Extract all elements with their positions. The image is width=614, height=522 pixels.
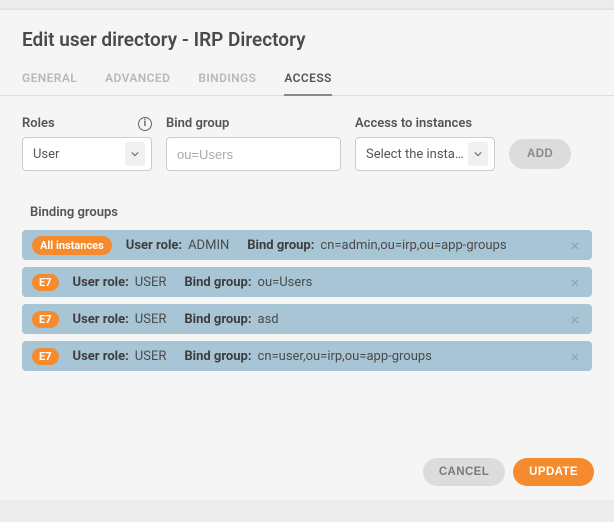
remove-row-icon[interactable]: ×: [566, 310, 584, 328]
instances-label: Access to instances: [355, 116, 495, 131]
tab-bindings[interactable]: BINDINGS: [198, 63, 256, 95]
user-role-label: User role:: [73, 275, 129, 290]
bind-group-value: cn=user,ou=irp,ou=app-groups: [258, 349, 432, 364]
instances-select[interactable]: Select the insta…: [355, 137, 495, 171]
instance-badge: E7: [32, 348, 59, 365]
tab-general[interactable]: GENERAL: [22, 63, 77, 95]
roles-field: Roles i User: [22, 116, 152, 171]
binding-row: E7 User role: USER Bind group: ou=Users ×: [22, 267, 592, 297]
roles-label: Roles: [22, 116, 55, 131]
instance-badge: E7: [32, 274, 59, 291]
binding-row: E7 User role: USER Bind group: asd ×: [22, 304, 592, 334]
user-role-value: USER: [135, 275, 167, 290]
bind-group-pair: Bind group: cn=user,ou=irp,ou=app-groups: [184, 349, 432, 364]
bind-group-value: ou=Users: [258, 275, 313, 290]
binding-row: E7 User role: USER Bind group: cn=user,ou=ir…: [22, 341, 592, 371]
tab-advanced[interactable]: ADVANCED: [105, 63, 170, 95]
modal-footer: CANCEL UPDATE: [423, 458, 594, 486]
bind-group-pair: Bind group: ou=Users: [184, 275, 312, 290]
user-role-pair: User role: USER: [73, 312, 167, 327]
bind-group-field: Bind group: [166, 116, 341, 171]
remove-row-icon[interactable]: ×: [566, 236, 584, 254]
bind-group-label: Bind group:: [184, 349, 251, 364]
instance-badge: All instances: [32, 236, 112, 255]
update-button[interactable]: UPDATE: [513, 458, 594, 486]
tab-access[interactable]: ACCESS: [284, 63, 331, 95]
bind-group-pair: Bind group: asd: [184, 312, 278, 327]
instances-value: Select the insta…: [366, 147, 464, 162]
roles-select[interactable]: User: [22, 137, 152, 171]
modal-title: Edit user directory - IRP Directory: [0, 10, 614, 63]
edit-user-directory-modal: Edit user directory - IRP Directory GENE…: [0, 10, 614, 500]
roles-value: User: [33, 147, 59, 162]
user-role-pair: User role: USER: [73, 349, 167, 364]
binding-row: All instances User role: ADMIN Bind group: c…: [22, 230, 592, 260]
user-role-value: USER: [135, 349, 167, 364]
add-button[interactable]: ADD: [509, 139, 571, 169]
user-role-label: User role:: [73, 349, 129, 364]
bind-group-label: Bind group:: [247, 238, 314, 253]
bind-group-value: cn=admin,ou=irp,ou=app-groups: [320, 238, 506, 253]
bind-group-value: asd: [258, 312, 279, 327]
user-role-label: User role:: [73, 312, 129, 327]
remove-row-icon[interactable]: ×: [566, 273, 584, 291]
user-role-pair: User role: ADMIN: [126, 238, 229, 253]
cancel-button[interactable]: CANCEL: [423, 458, 505, 486]
user-role-label: User role:: [126, 238, 182, 253]
bind-group-input[interactable]: [177, 138, 330, 170]
add-binding-form: Roles i User Bind group Access to instan…: [0, 96, 614, 181]
binding-groups-list: All instances User role: ADMIN Bind group: c…: [0, 230, 614, 371]
instance-badge: E7: [32, 311, 59, 328]
tabs: GENERAL ADVANCED BINDINGS ACCESS: [0, 63, 614, 96]
bind-group-input-wrap: [166, 137, 341, 171]
user-role-value: ADMIN: [188, 238, 229, 253]
bind-group-label: Bind group:: [184, 275, 251, 290]
chevron-down-icon: [125, 142, 145, 166]
binding-groups-title: Binding groups: [0, 181, 614, 230]
instances-field: Access to instances Select the insta…: [355, 116, 495, 171]
info-icon[interactable]: i: [138, 117, 152, 131]
user-role-value: USER: [135, 312, 167, 327]
chevron-down-icon: [468, 142, 488, 166]
bind-group-pair: Bind group: cn=admin,ou=irp,ou=app-groups: [247, 238, 506, 253]
user-role-pair: User role: USER: [73, 275, 167, 290]
bind-group-label: Bind group: [166, 116, 341, 131]
remove-row-icon[interactable]: ×: [566, 347, 584, 365]
bind-group-label: Bind group:: [184, 312, 251, 327]
